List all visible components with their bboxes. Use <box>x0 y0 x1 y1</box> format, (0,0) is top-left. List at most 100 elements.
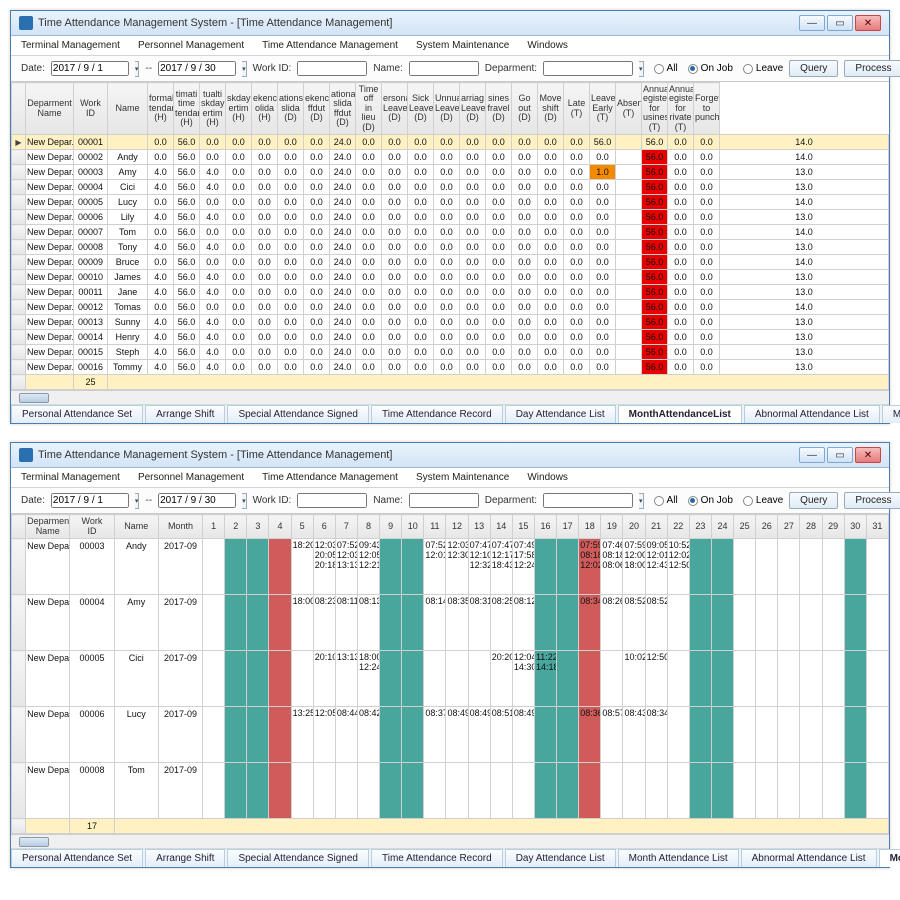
table-row[interactable]: New Department00006Lucy2017-0913:2512:05… <box>12 707 889 763</box>
table-row[interactable]: New Depar...00005Lucy0.056.00.00.00.00.0… <box>12 195 889 210</box>
tab-3[interactable]: Time Attendance Record <box>371 849 503 867</box>
day-header[interactable]: 18 <box>579 515 601 539</box>
day-header[interactable]: 15 <box>512 515 534 539</box>
table-row[interactable]: New Depar...00009Bruce0.056.00.00.00.00.… <box>12 255 889 270</box>
radio-leave[interactable]: Leave <box>743 495 783 506</box>
menu-time-attendance-management[interactable]: Time Attendance Management <box>262 472 398 483</box>
date-from-input[interactable] <box>51 493 129 508</box>
col-header[interactable]: skdayertim(H) <box>226 83 252 135</box>
date-to-input[interactable] <box>158 61 236 76</box>
menu-personnel-management[interactable]: Personnel Management <box>138 472 244 483</box>
day-header[interactable]: 29 <box>822 515 844 539</box>
day-header[interactable]: 1 <box>203 515 225 539</box>
table-row[interactable]: New Depar...00010James4.056.04.00.00.00.… <box>12 270 889 285</box>
col-header[interactable]: DeparmentName <box>26 83 74 135</box>
tab-7[interactable]: Monthly summary report for personal <box>882 405 900 423</box>
titlebar[interactable]: Time Attendance Management System - [Tim… <box>11 443 889 468</box>
table-row[interactable]: New Department00004Amy2017-0918:0008:230… <box>12 595 889 651</box>
dept-dropdown[interactable]: ▾ <box>639 61 644 77</box>
col-header[interactable]: Annualegisteforrivate(T) <box>668 83 694 135</box>
tab-1[interactable]: Arrange Shift <box>145 405 225 423</box>
col-header[interactable]: arriagLeave(D) <box>460 83 486 135</box>
table-row[interactable]: New Depar...00012Tomas0.056.00.00.00.00.… <box>12 300 889 315</box>
day-header[interactable]: 8 <box>357 515 379 539</box>
query-button[interactable]: Query <box>789 60 838 77</box>
tab-7[interactable]: Monthly summary report for personal <box>879 849 900 867</box>
day-header[interactable]: 20 <box>623 515 645 539</box>
tab-6[interactable]: Abnormal Attendance List <box>744 405 880 423</box>
titlebar[interactable]: Time Attendance Management System - [Tim… <box>11 11 889 36</box>
table-row[interactable]: New Department00003Andy2017-0918:2012:03… <box>12 539 889 595</box>
day-header[interactable]: 14 <box>490 515 512 539</box>
day-header[interactable]: 19 <box>601 515 623 539</box>
table-row[interactable]: New Depar...00011Jane4.056.04.00.00.00.0… <box>12 285 889 300</box>
day-header[interactable]: 4 <box>269 515 291 539</box>
table-row[interactable]: New Depar...00015Steph4.056.04.00.00.00.… <box>12 345 889 360</box>
radio-all[interactable]: All <box>654 495 678 506</box>
workid-input[interactable] <box>297 61 367 76</box>
table-row[interactable]: New Department00005Cici2017-0920:1013:13… <box>12 651 889 707</box>
tab-2[interactable]: Special Attendance Signed <box>227 405 369 423</box>
day-header[interactable]: 16 <box>534 515 556 539</box>
col-header[interactable]: Goout(D) <box>512 83 538 135</box>
col-header[interactable]: tualtiskdayertim(H) <box>200 83 226 135</box>
table-row[interactable]: New Department00008Tom2017-09 <box>12 763 889 819</box>
col-header[interactable]: ekencolida(H) <box>252 83 278 135</box>
col-header[interactable]: ationsslida(D) <box>278 83 304 135</box>
process-button[interactable]: Process <box>844 60 900 77</box>
day-header[interactable]: 17 <box>557 515 579 539</box>
col-header[interactable]: Name <box>114 515 158 539</box>
day-header[interactable]: 6 <box>313 515 335 539</box>
day-header[interactable]: 13 <box>468 515 490 539</box>
day-header[interactable]: 21 <box>645 515 667 539</box>
menu-windows[interactable]: Windows <box>527 40 568 51</box>
scroll-thumb[interactable] <box>19 837 49 847</box>
menu-terminal-management[interactable]: Terminal Management <box>21 472 120 483</box>
col-header[interactable]: WorkID <box>70 515 114 539</box>
col-header[interactable]: Name <box>108 83 148 135</box>
day-header[interactable]: 2 <box>225 515 247 539</box>
menu-time-attendance-management[interactable]: Time Attendance Management <box>262 40 398 51</box>
menu-terminal-management[interactable]: Terminal Management <box>21 40 120 51</box>
col-header[interactable]: UnnualLeave(D) <box>434 83 460 135</box>
horizontal-scrollbar[interactable] <box>11 834 889 848</box>
tab-6[interactable]: Abnormal Attendance List <box>741 849 877 867</box>
day-header[interactable]: 3 <box>247 515 269 539</box>
table-row[interactable]: New Depar...00003Amy4.056.04.00.00.00.00… <box>12 165 889 180</box>
col-header[interactable]: ersonaLeave(D) <box>382 83 408 135</box>
tab-5[interactable]: MonthAttendanceList <box>618 405 742 423</box>
col-header[interactable]: Annualegisteforusines(T) <box>642 83 668 135</box>
radio-onjob[interactable]: On Job <box>688 495 733 506</box>
date-to-input[interactable] <box>158 493 236 508</box>
day-header[interactable]: 28 <box>800 515 822 539</box>
date-from-input[interactable] <box>51 61 129 76</box>
query-button[interactable]: Query <box>789 492 838 509</box>
tab-4[interactable]: Day Attendance List <box>505 405 616 423</box>
day-header[interactable]: 30 <box>844 515 866 539</box>
day-header[interactable]: 12 <box>446 515 468 539</box>
col-header[interactable]: SickLeave(D) <box>408 83 434 135</box>
table-row[interactable]: New Depar...00013Sunny4.056.04.00.00.00.… <box>12 315 889 330</box>
col-header[interactable]: formaltendan(H) <box>148 83 174 135</box>
day-header[interactable]: 9 <box>380 515 402 539</box>
menu-system-maintenance[interactable]: System Maintenance <box>416 472 509 483</box>
day-header[interactable]: 5 <box>291 515 313 539</box>
col-header[interactable]: Timeoffinlieu(D) <box>356 83 382 135</box>
col-header[interactable]: Late(T) <box>564 83 590 135</box>
table-row[interactable]: New Depar...00008Tony4.056.04.00.00.00.0… <box>12 240 889 255</box>
table-row[interactable]: New Depar...00006Lily4.056.04.00.00.00.0… <box>12 210 889 225</box>
menu-personnel-management[interactable]: Personnel Management <box>138 40 244 51</box>
radio-all[interactable]: All <box>654 63 678 74</box>
tab-5[interactable]: Month Attendance List <box>618 849 739 867</box>
col-header[interactable]: Moveshift(D) <box>538 83 564 135</box>
day-header[interactable]: 7 <box>335 515 357 539</box>
attendance-grid[interactable]: DeparmentNameWorkIDNameformaltendan(H)ti… <box>11 82 889 390</box>
table-row[interactable]: New Depar...00004Cici4.056.04.00.00.00.0… <box>12 180 889 195</box>
tab-4[interactable]: Day Attendance List <box>505 849 616 867</box>
col-header[interactable]: timatitimetendan(H) <box>174 83 200 135</box>
name-input[interactable] <box>409 61 479 76</box>
menu-system-maintenance[interactable]: System Maintenance <box>416 40 509 51</box>
day-header[interactable]: 11 <box>424 515 446 539</box>
workid-input[interactable] <box>297 493 367 508</box>
day-header[interactable]: 22 <box>667 515 689 539</box>
